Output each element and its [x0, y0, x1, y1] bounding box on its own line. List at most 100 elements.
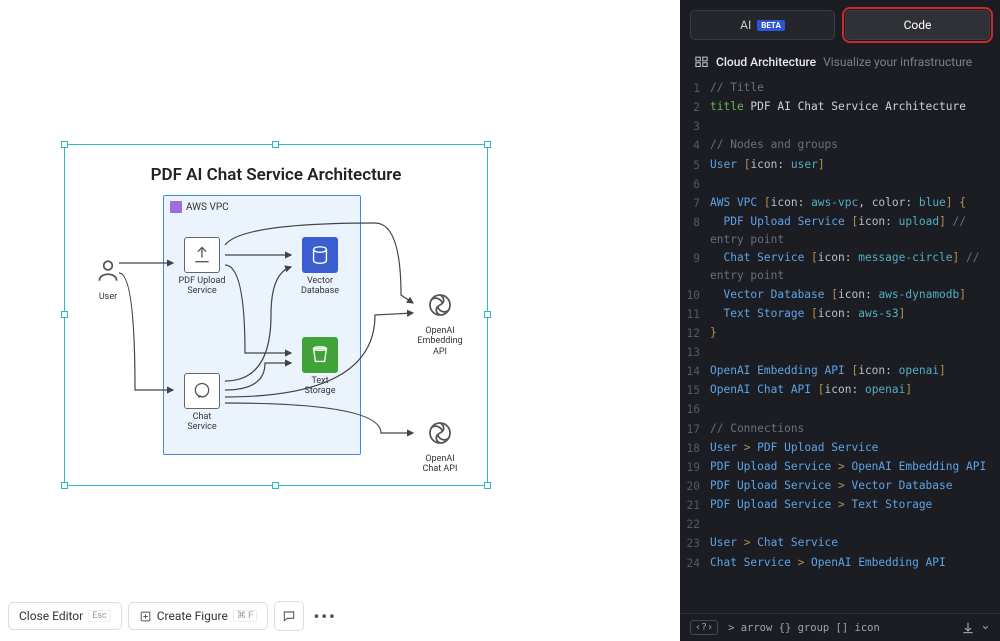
tab-code[interactable]: Code [845, 10, 990, 40]
tab-ai[interactable]: AI BETA [690, 10, 835, 40]
code-line[interactable]: 1// Title [684, 79, 1000, 98]
code-text: PDF Upload Service > OpenAI Embedding AP… [710, 458, 1000, 476]
code-text: OpenAI Chat API [icon: openai] [710, 381, 1000, 399]
node-label: Vector Database [295, 276, 345, 297]
language-badge[interactable]: ‹?› [690, 620, 718, 635]
download-icon[interactable] [961, 621, 975, 635]
code-text: User > Chat Service [710, 534, 1000, 552]
bottom-toolbar: Close Editor Esc Create Figure ⌘ F ••• [8, 601, 340, 631]
code-line[interactable]: 21PDF Upload Service > Text Storage [684, 496, 1000, 515]
code-text: AWS VPC [icon: aws-vpc, color: blue] { [710, 194, 1000, 212]
code-line[interactable]: 22 [684, 515, 1000, 534]
line-number: 9 [684, 249, 710, 268]
code-text: OpenAI Embedding API [icon: openai] [710, 362, 1000, 380]
kbd-hint: ⌘ F [233, 610, 257, 622]
code-line[interactable]: 18User > PDF Upload Service [684, 439, 1000, 458]
node-label: Chat Service [177, 412, 227, 433]
code-line[interactable]: 24Chat Service > OpenAI Embedding API [684, 554, 1000, 573]
selection-handle[interactable] [272, 141, 279, 148]
header-subtitle: Visualize your infrastructure [823, 55, 972, 69]
line-number: 22 [684, 515, 710, 534]
node-user[interactable]: User [83, 253, 133, 302]
s3-icon [302, 337, 338, 373]
syntax-hint: > arrow {} group [] icon [728, 622, 880, 634]
code-line[interactable]: 16 [684, 400, 1000, 419]
upload-icon [184, 237, 220, 273]
close-editor-button[interactable]: Close Editor Esc [8, 602, 122, 630]
node-pdf-upload[interactable]: PDF Upload Service [177, 237, 227, 297]
code-text: } [710, 324, 1000, 342]
line-number: 18 [684, 439, 710, 458]
code-line[interactable]: 11 Text Storage [icon: aws-s3] [684, 305, 1000, 324]
code-text: // Nodes and groups [710, 136, 1000, 154]
selection-handle[interactable] [484, 311, 491, 318]
node-openai-embedding[interactable]: OpenAI Embedding API [415, 287, 465, 357]
chevron-down-icon[interactable] [981, 623, 990, 632]
node-text-storage[interactable]: Text Storage [295, 337, 345, 397]
diagram-selection[interactable]: PDF AI Chat Service Architecture AWS VPC [64, 144, 488, 486]
code-text: PDF Upload Service > Vector Database [710, 477, 1000, 495]
code-line[interactable]: 15OpenAI Chat API [icon: openai] [684, 381, 1000, 400]
selection-handle[interactable] [272, 482, 279, 489]
code-line[interactable]: 9 Chat Service [icon: message-circle] //… [684, 249, 1000, 285]
code-text: Chat Service > OpenAI Embedding API [710, 554, 1000, 572]
comment-button[interactable] [274, 601, 304, 631]
code-line[interactable]: 23User > Chat Service [684, 534, 1000, 553]
code-line[interactable]: 6 [684, 175, 1000, 194]
node-label: OpenAI Embedding API [415, 326, 465, 357]
code-line[interactable]: 8 PDF Upload Service [icon: upload] // e… [684, 213, 1000, 249]
selection-handle[interactable] [61, 482, 68, 489]
create-figure-button[interactable]: Create Figure ⌘ F [128, 602, 268, 630]
kbd-hint: Esc [88, 610, 110, 622]
line-number: 6 [684, 175, 710, 194]
code-text: User [icon: user] [710, 156, 1000, 174]
code-line[interactable]: 5User [icon: user] [684, 156, 1000, 175]
line-number: 15 [684, 381, 710, 400]
panel-header: Cloud Architecture Visualize your infras… [680, 40, 1000, 79]
code-text: // Title [710, 79, 1000, 97]
tab-label: Code [904, 18, 932, 32]
line-number: 17 [684, 420, 710, 439]
code-editor[interactable]: 1// Title2title PDF AI Chat Service Arch… [680, 79, 1000, 613]
code-line[interactable]: 17// Connections [684, 420, 1000, 439]
code-line[interactable]: 7AWS VPC [icon: aws-vpc, color: blue] { [684, 194, 1000, 213]
selection-handle[interactable] [61, 311, 68, 318]
beta-badge: BETA [757, 20, 785, 31]
user-icon [90, 253, 126, 289]
node-chat-service[interactable]: Chat Service [177, 373, 227, 433]
code-line[interactable]: 20PDF Upload Service > Vector Database [684, 477, 1000, 496]
line-number: 21 [684, 496, 710, 515]
aws-vpc-icon [170, 201, 182, 213]
code-line[interactable]: 14OpenAI Embedding API [icon: openai] [684, 362, 1000, 381]
code-line[interactable]: 4// Nodes and groups [684, 136, 1000, 155]
selection-handle[interactable] [484, 141, 491, 148]
canvas-panel[interactable]: PDF AI Chat Service Architecture AWS VPC [0, 0, 680, 641]
line-number: 5 [684, 156, 710, 175]
node-openai-chat[interactable]: OpenAI Chat API [415, 415, 465, 475]
code-line[interactable]: 13 [684, 343, 1000, 362]
node-label: User [83, 292, 133, 302]
code-line[interactable]: 3 [684, 117, 1000, 136]
code-line[interactable]: 10 Vector Database [icon: aws-dynamodb] [684, 286, 1000, 305]
node-vector-db[interactable]: Vector Database [295, 237, 345, 297]
code-text: PDF Upload Service > Text Storage [710, 496, 1000, 514]
more-button[interactable]: ••• [310, 601, 340, 631]
button-label: Create Figure [157, 609, 228, 623]
line-number: 3 [684, 117, 710, 136]
line-number: 7 [684, 194, 710, 213]
selection-handle[interactable] [61, 141, 68, 148]
code-line[interactable]: 12} [684, 324, 1000, 343]
code-text: Chat Service [icon: message-circle] // e… [710, 249, 1000, 285]
vpc-label: AWS VPC [170, 201, 229, 213]
code-text: Text Storage [icon: aws-s3] [710, 305, 1000, 323]
line-number: 1 [684, 79, 710, 98]
code-text: Vector Database [icon: aws-dynamodb] [710, 286, 1000, 304]
cloud-architecture-icon [694, 54, 709, 69]
selection-handle[interactable] [484, 482, 491, 489]
button-label: Close Editor [19, 609, 83, 623]
header-title: Cloud Architecture [716, 55, 816, 69]
code-line[interactable]: 19PDF Upload Service > OpenAI Embedding … [684, 458, 1000, 477]
line-number: 8 [684, 213, 710, 232]
code-line[interactable]: 2title PDF AI Chat Service Architecture [684, 98, 1000, 117]
line-number: 11 [684, 305, 710, 324]
